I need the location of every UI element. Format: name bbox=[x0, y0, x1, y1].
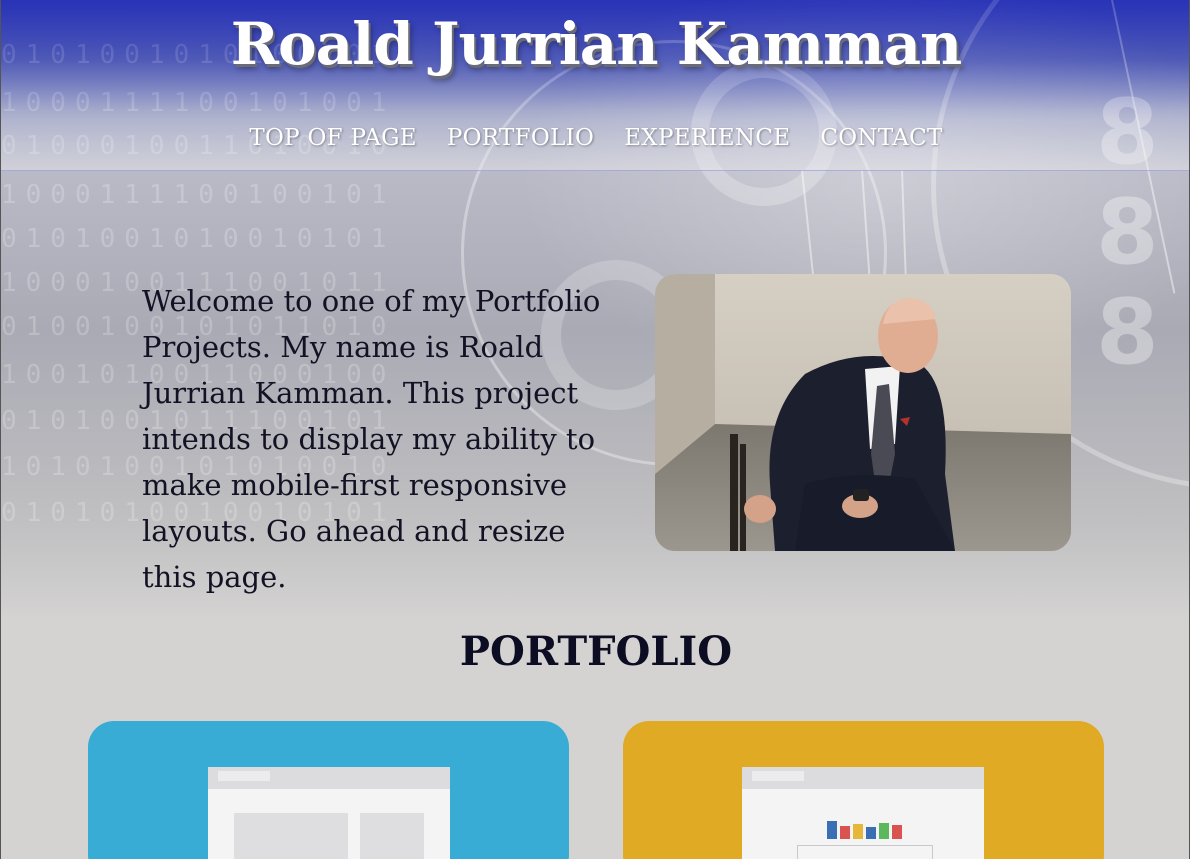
nav-link-contact[interactable]: CONTACT bbox=[820, 125, 942, 151]
site-title: Roald Jurrian Kamman bbox=[230, 10, 962, 78]
clock-digit-decoration: 8 bbox=[1096, 180, 1159, 285]
intro-text: Welcome to one of my Portfolio Projects.… bbox=[142, 284, 601, 594]
webpage-chart-icon bbox=[742, 767, 984, 859]
portfolio-card[interactable] bbox=[623, 721, 1104, 859]
clock-digit-decoration: 8 bbox=[1096, 280, 1159, 385]
page: 0101001010100101 1000111100101001 010001… bbox=[0, 0, 1190, 859]
nav-link-experience[interactable]: EXPERIENCE bbox=[624, 125, 790, 151]
webpage-layout-icon bbox=[208, 767, 450, 859]
main-nav: TOP OF PAGE PORTFOLIO EXPERIENCE CONTACT bbox=[1, 125, 1189, 151]
portfolio-heading: PORTFOLIO bbox=[459, 628, 733, 675]
nav-link-portfolio[interactable]: PORTFOLIO bbox=[447, 125, 594, 151]
nav-link-top-of-page[interactable]: TOP OF PAGE bbox=[249, 125, 417, 151]
bar-chart-icon bbox=[797, 821, 933, 859]
profile-photo bbox=[655, 274, 1071, 551]
portfolio-card[interactable] bbox=[88, 721, 569, 859]
profile-photo-illustration bbox=[655, 274, 1071, 551]
